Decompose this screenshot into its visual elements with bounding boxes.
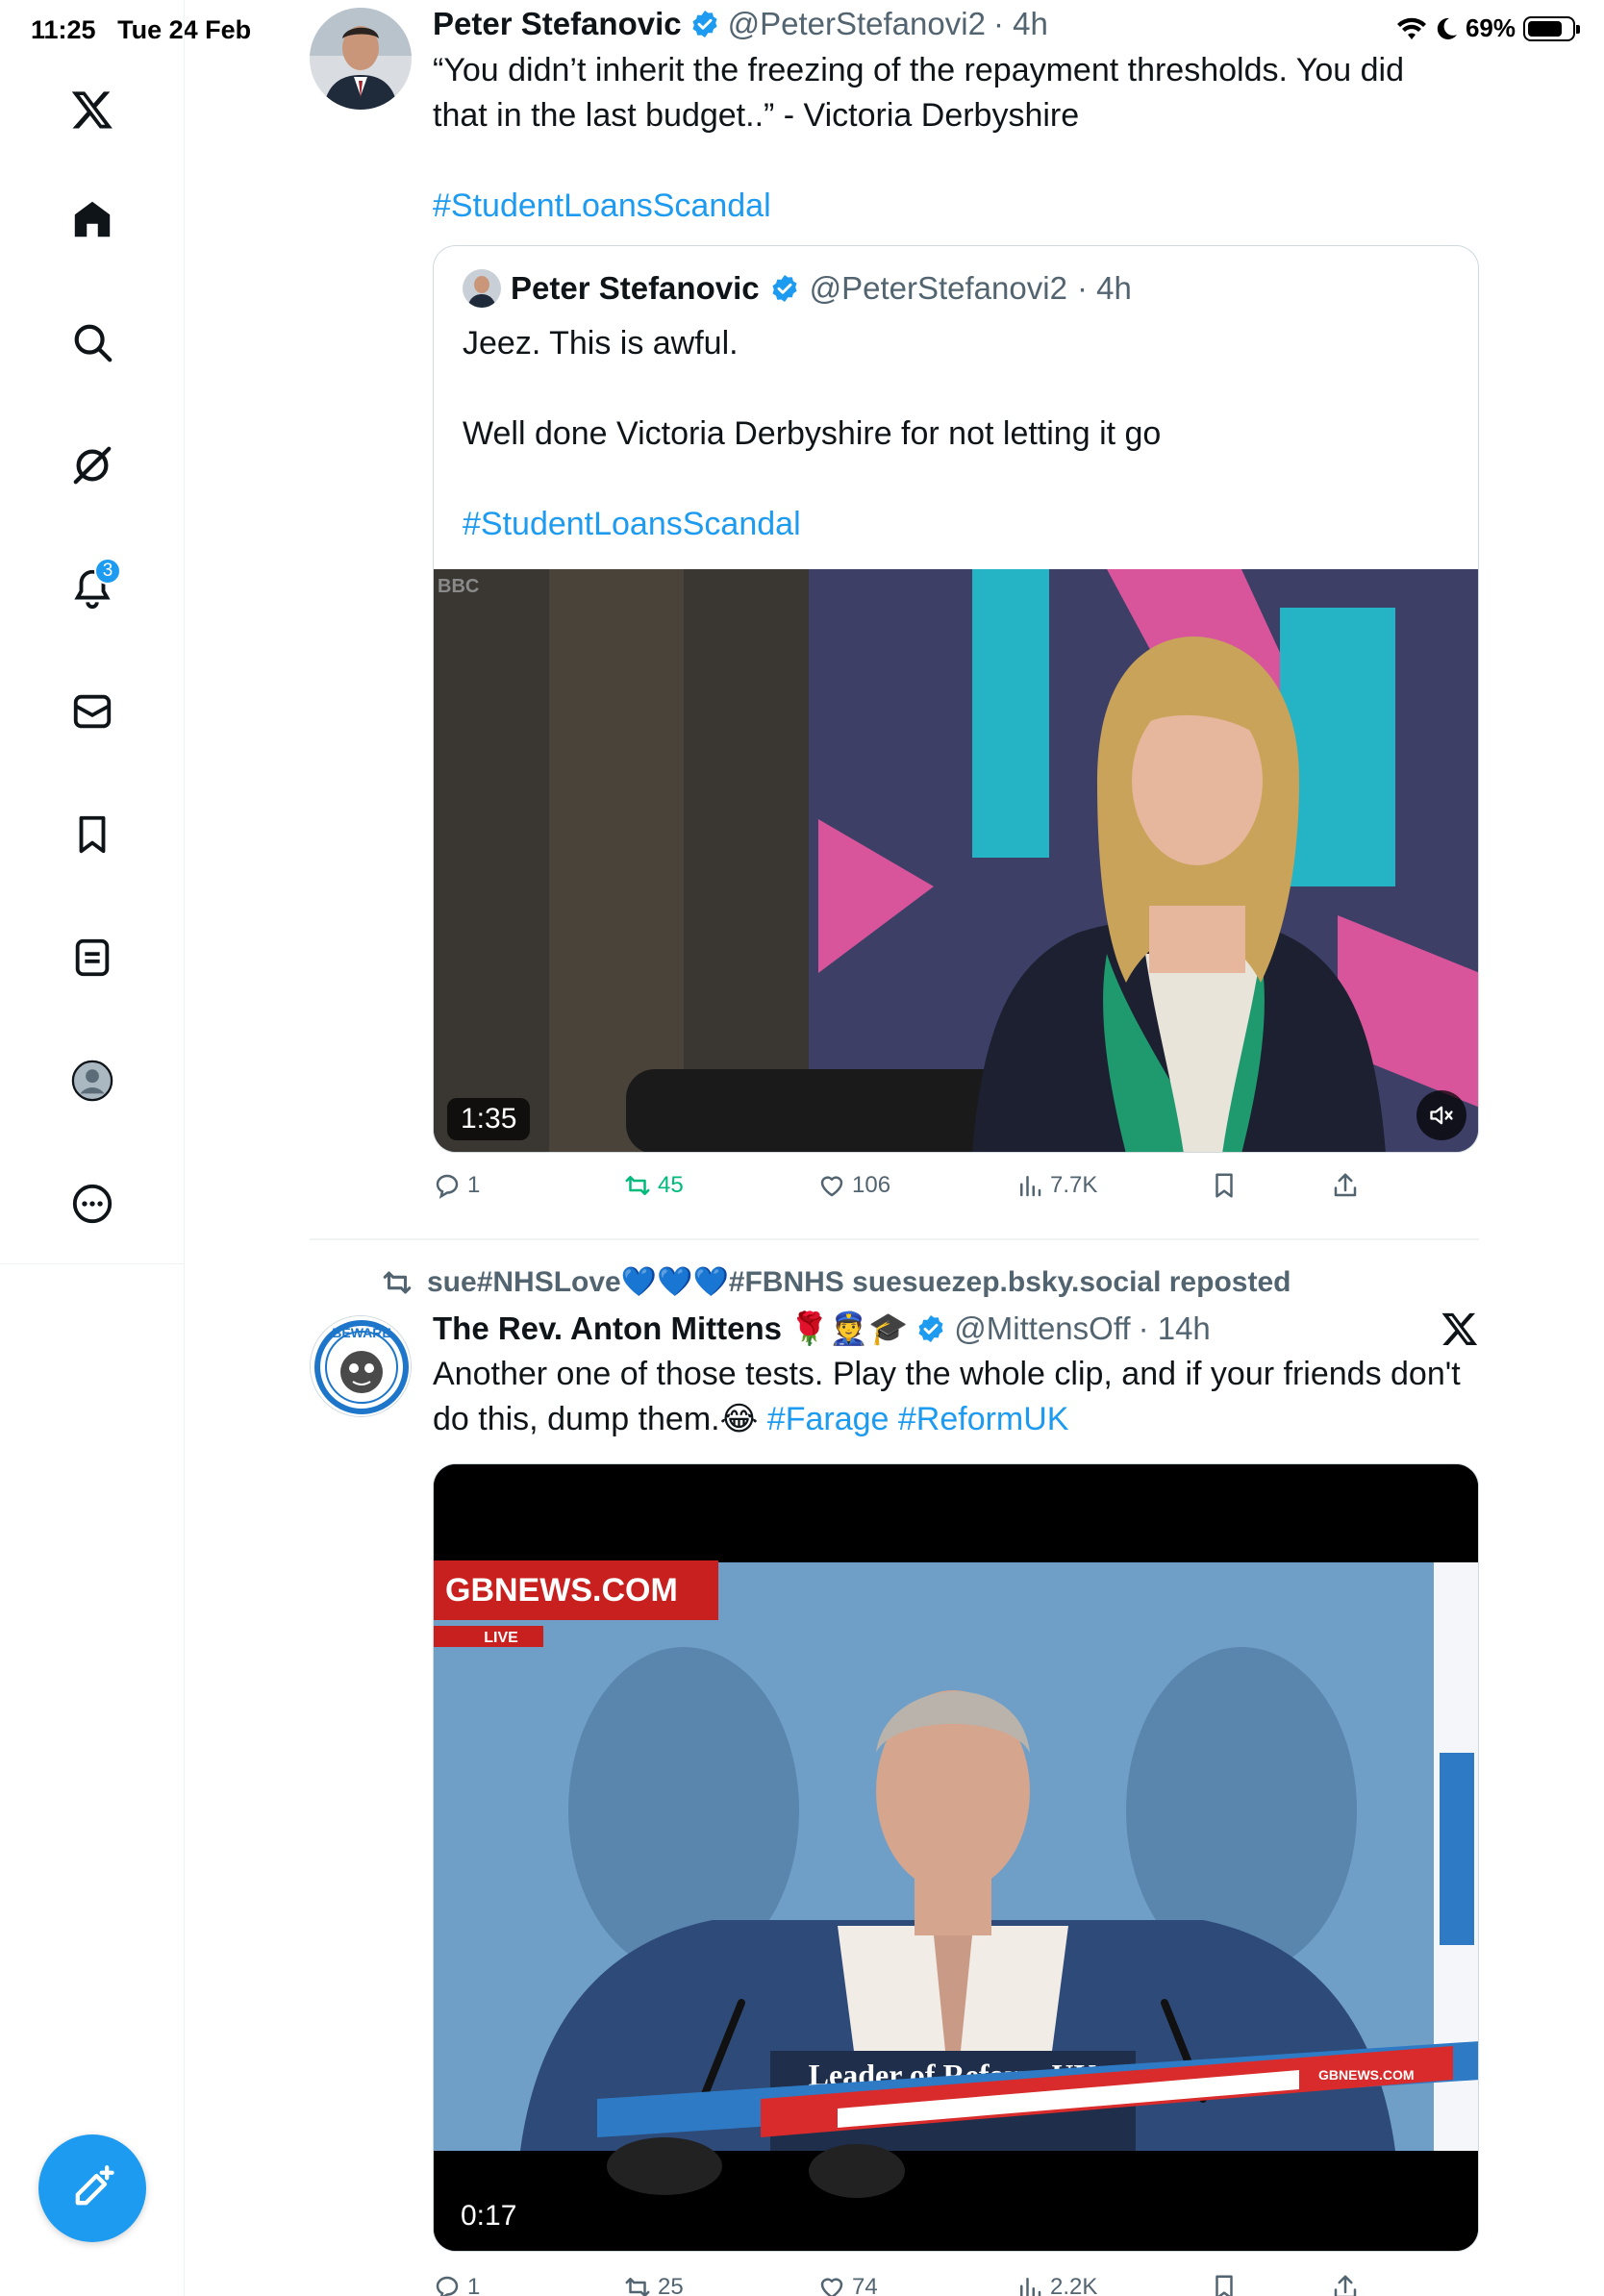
share-button[interactable] (1331, 1171, 1360, 1200)
bookmarks-icon[interactable] (62, 804, 123, 865)
avatar[interactable]: BEWARE (310, 1315, 412, 1417)
views-button[interactable]: 2.2K (1015, 2273, 1097, 2296)
mute-button[interactable] (1416, 1090, 1466, 1140)
repost-count: 45 (658, 1172, 684, 1198)
repost-button[interactable]: 45 (623, 1171, 684, 1200)
reply-button[interactable]: 1 (433, 1171, 480, 1200)
reply-count: 1 (467, 2274, 481, 2296)
tweet-text-line: do this, dump them.😂 (433, 1401, 759, 1437)
repost-count: 25 (658, 2274, 684, 2296)
bookmark-icon (1216, 2275, 1233, 2296)
display-name[interactable]: The Rev. Anton Mittens (433, 1310, 782, 1347)
compose-icon (75, 2165, 114, 2206)
profile-icon[interactable] (62, 1050, 123, 1111)
quote-handle: @PeterStefanovi2 (809, 270, 1067, 306)
reply-count: 1 (467, 1172, 481, 1198)
quote-avatar (463, 269, 501, 308)
hashtag-link[interactable]: #Farage (767, 1401, 890, 1437)
broadcaster-mark: BBC (438, 576, 479, 597)
repost-icon (625, 1176, 650, 1195)
muted-speaker-icon (1430, 1106, 1453, 1125)
repost-context[interactable]: sue#NHSLove💙💙💙#FBNHS suesuezep.bsky.soci… (381, 1265, 1291, 1299)
video-duration: 0:17 (461, 2200, 517, 2232)
repost-icon (625, 2278, 650, 2296)
compose-button[interactable] (38, 2134, 146, 2242)
hashtag-link[interactable]: #StudentLoansScandal (463, 502, 1449, 547)
tweet-actions: 1 45 106 7.7K (433, 1171, 1479, 1210)
quote-text-line: Jeez. This is awful. (463, 325, 739, 362)
bookmark-button[interactable] (1210, 2273, 1239, 2296)
handle[interactable]: @MittensOff (954, 1310, 1130, 1347)
reply-icon (436, 2276, 459, 2296)
video-player[interactable]: GBNEWS.COM LIVE Leader of Reform UK GBNE… (433, 1463, 1479, 2252)
tweet-text-line: that in the last budget..” - Victoria De… (433, 97, 1080, 134)
sidebar-divider (0, 1263, 185, 1264)
quoted-tweet[interactable]: Peter Stefanovic @PeterStefanovi2 · 4h J… (433, 245, 1479, 1153)
tweet-actions: 1 25 74 2.2K (433, 2273, 1479, 2296)
tweet-text: “You didn’t inherit the freezing of the … (433, 48, 1479, 229)
like-button[interactable]: 106 (817, 1171, 890, 1200)
video-thumbnail: GBNEWS.COM LIVE Leader of Reform UK GBNE… (434, 1464, 1478, 2251)
views-button[interactable]: 7.7K (1015, 1171, 1097, 1200)
messages-icon[interactable] (62, 681, 123, 742)
tweet-divider (310, 1238, 1479, 1240)
display-name[interactable]: Peter Stefanovic (433, 6, 682, 42)
view-count: 7.7K (1050, 1172, 1098, 1198)
share-icon (1334, 1173, 1357, 1197)
view-count: 2.2K (1050, 2274, 1098, 2296)
timestamp[interactable]: · 4h (993, 6, 1048, 42)
share-button[interactable] (1331, 2273, 1360, 2296)
tweet-text-line: “You didn’t inherit the freezing of the … (433, 52, 1404, 88)
verified-badge-icon (692, 11, 717, 37)
repost-by-label: sue#NHSLove💙💙💙#FBNHS suesuezep.bsky.soci… (427, 1266, 1291, 1298)
video-thumbnail: BBC (434, 569, 1478, 1152)
video-watermark: GBNEWS.COM (1318, 2067, 1415, 2083)
views-icon (1020, 1176, 1041, 1197)
views-icon (1020, 2278, 1041, 2296)
like-count: 106 (852, 1172, 891, 1198)
hashtag-link[interactable]: #ReformUK (898, 1401, 1069, 1437)
heart-icon (820, 2278, 843, 2296)
bookmark-icon (1216, 1173, 1233, 1198)
search-icon[interactable] (62, 312, 123, 373)
quote-timestamp: · 4h (1076, 270, 1132, 306)
x-logo-icon[interactable] (62, 79, 123, 140)
tweet[interactable]: BEWARE The Rev. Anton Mittens 🌹👮🎓 @Mitte… (310, 1310, 1479, 2296)
reply-button[interactable]: 1 (433, 2273, 480, 2296)
video-player[interactable]: BBC 1:35 (434, 569, 1478, 1152)
like-button[interactable]: 74 (817, 2273, 878, 2296)
video-brand: GBNEWS.COM (445, 1572, 678, 1609)
x-logo-icon (1441, 1312, 1478, 1345)
notification-badge: 3 (94, 558, 121, 585)
like-count: 74 (852, 2274, 878, 2296)
avatar-text: BEWARE (332, 1325, 390, 1340)
grok-icon[interactable] (62, 435, 123, 496)
verified-badge-icon (918, 1315, 943, 1342)
verified-badge-icon (772, 275, 797, 302)
lists-icon[interactable] (62, 927, 123, 988)
battery-icon (1523, 15, 1580, 41)
notifications-icon[interactable]: 3 (62, 558, 123, 619)
name-emojis: 🌹👮🎓 (789, 1310, 909, 1347)
reply-icon (436, 1174, 459, 1199)
timestamp[interactable]: · 14h (1139, 1310, 1211, 1347)
tweet-text-line: Another one of those tests. Play the who… (433, 1356, 1461, 1392)
sidebar: 3 (0, 0, 185, 2296)
bookmark-button[interactable] (1210, 1171, 1239, 1200)
repost-icon (383, 1271, 412, 1293)
heart-icon (820, 1176, 843, 1197)
share-icon (1334, 2275, 1357, 2296)
quote-text-line: Well done Victoria Derbyshire for not le… (463, 415, 1162, 452)
live-label: LIVE (484, 1630, 518, 1646)
video-duration: 1:35 (447, 1098, 531, 1140)
hashtag-link[interactable]: #StudentLoansScandal (433, 184, 1479, 229)
quote-display-name: Peter Stefanovic (511, 270, 760, 306)
more-icon[interactable] (62, 1173, 123, 1235)
handle[interactable]: @PeterStefanovi2 (728, 6, 986, 42)
avatar[interactable] (310, 8, 412, 110)
repost-button[interactable]: 25 (623, 2273, 684, 2296)
home-icon[interactable] (62, 188, 123, 250)
tweet[interactable]: Peter Stefanovic @PeterStefanovi2 · 4h “… (310, 0, 1479, 1240)
